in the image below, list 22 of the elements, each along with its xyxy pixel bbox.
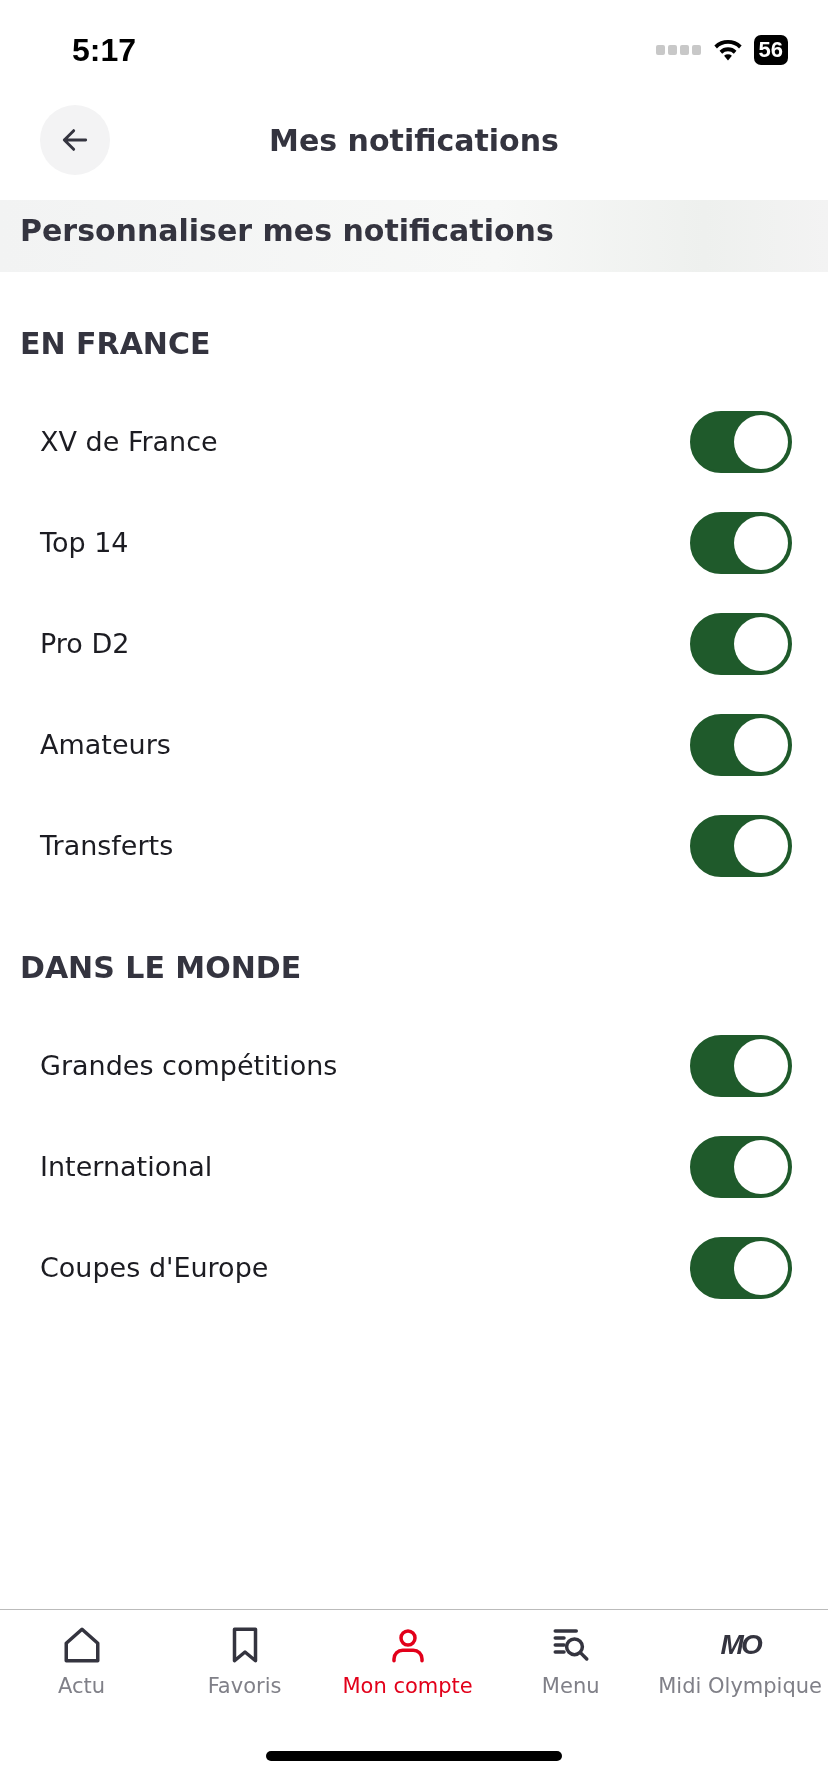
setting-label: XV de France <box>40 426 218 457</box>
status-time: 5:17 <box>72 31 137 69</box>
section-title: EN FRANCE <box>19 325 212 363</box>
setting-label: International <box>40 1151 213 1182</box>
tab-bar-item[interactable]: Menu <box>489 1610 653 1720</box>
banner-title: Personnaliser mes notifications <box>20 212 554 248</box>
setting-label: Grandes compétitions <box>40 1050 338 1081</box>
logo: MO <box>720 1628 760 1662</box>
section-title: DANS LE MONDE <box>19 949 303 987</box>
tab-bar-item[interactable]: Mon compte <box>326 1610 490 1720</box>
setting-label: Transferts <box>40 830 174 861</box>
wifi-icon <box>711 37 744 63</box>
tab-bar-item[interactable]: MO Midi Olympique <box>652 1610 828 1720</box>
setting-label: Pro D2 <box>40 628 130 659</box>
tab-bar-item[interactable]: Actu <box>0 1610 164 1720</box>
setting-label: Top 14 <box>40 527 129 558</box>
setting-label: Coupes d'Europe <box>40 1252 269 1283</box>
signal-icon <box>655 43 702 57</box>
page-title: Mes notifications <box>269 122 559 158</box>
setting-label: Amateurs <box>40 729 171 760</box>
battery-level: 56 <box>753 35 788 65</box>
tab-bar-item[interactable]: Favoris <box>163 1610 327 1720</box>
